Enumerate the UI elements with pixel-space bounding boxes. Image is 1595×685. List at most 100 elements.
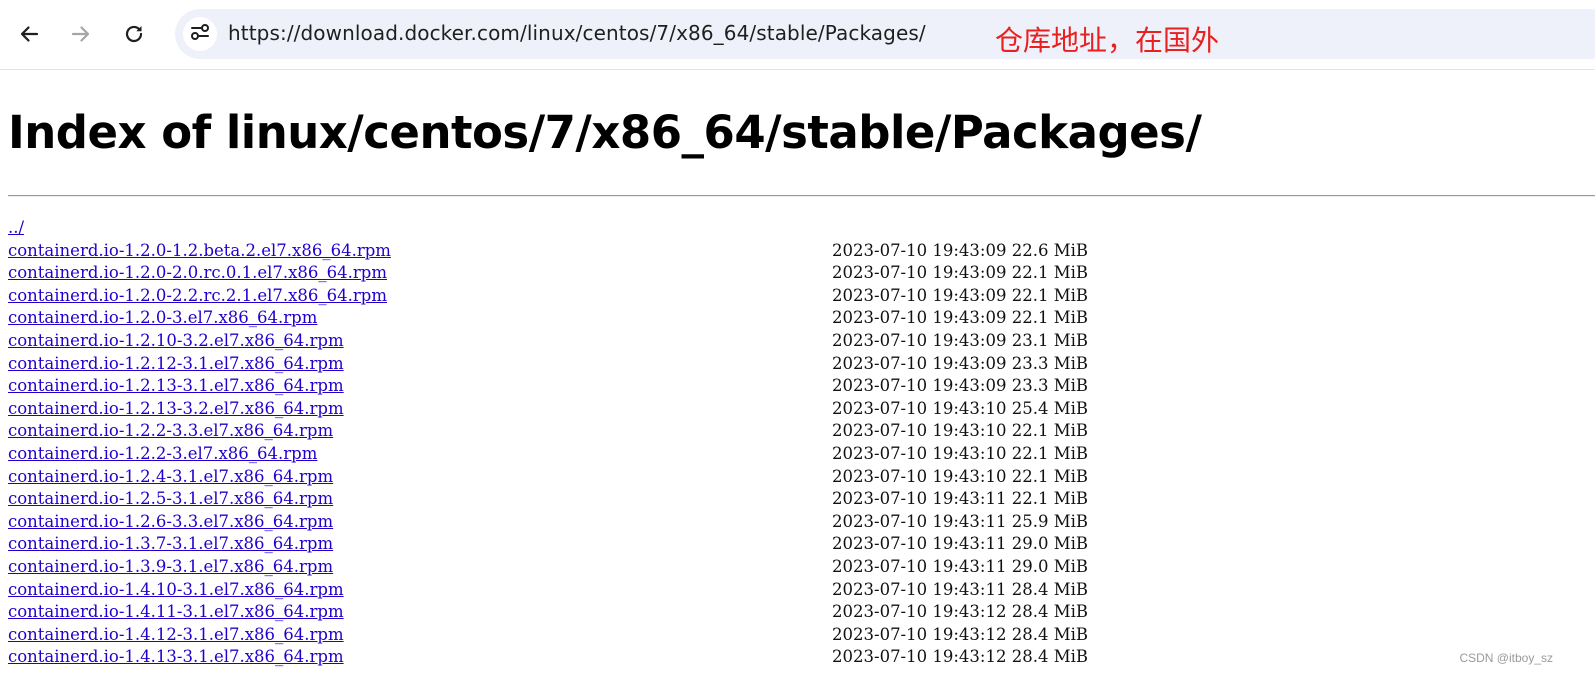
file-size: 28.4 MiB: [1011, 602, 1089, 622]
site-info-button[interactable]: [183, 17, 217, 51]
file-meta: 2023-07-10 19:43:12 28.4 MiB: [832, 624, 1088, 647]
reload-button[interactable]: [114, 14, 154, 54]
file-row: containerd.io-1.2.2-3.el7.x86_64.rpm 2023…: [8, 443, 1595, 466]
file-link[interactable]: containerd.io-1.2.13-3.2.el7.x86_64.rpm: [8, 399, 344, 418]
file-date: 2023-07-10 19:43:09: [832, 285, 1007, 305]
file-row: containerd.io-1.3.9-3.1.el7.x86_64.rpm 20…: [8, 556, 1595, 579]
arrow-left-icon: [18, 23, 40, 45]
address-bar[interactable]: https://download.docker.com/linux/centos…: [175, 9, 1595, 59]
file-size: 23.1 MiB: [1011, 330, 1089, 350]
file-link[interactable]: containerd.io-1.2.0-2.0.rc.0.1.el7.x86_6…: [8, 263, 387, 282]
file-row: containerd.io-1.2.0-3.el7.x86_64.rpm 2023…: [8, 307, 1595, 330]
file-meta: 2023-07-10 19:43:11 22.1 MiB: [832, 488, 1088, 511]
file-row: containerd.io-1.4.11-3.1.el7.x86_64.rpm 2…: [8, 601, 1595, 624]
file-listing: ../ containerd.io-1.2.0-1.2.beta.2.el7.x…: [8, 217, 1595, 669]
file-date: 2023-07-10 19:43:09: [832, 376, 1007, 396]
file-meta: 2023-07-10 19:43:09 22.1 MiB: [832, 307, 1088, 330]
file-row: containerd.io-1.2.0-1.2.beta.2.el7.x86_6…: [8, 240, 1595, 263]
watermark: CSDN @itboy_sz: [1459, 651, 1553, 665]
file-date: 2023-07-10 19:43:12: [832, 624, 1007, 644]
file-date: 2023-07-10 19:43:09: [832, 263, 1007, 283]
file-link[interactable]: containerd.io-1.3.7-3.1.el7.x86_64.rpm: [8, 534, 333, 553]
file-date: 2023-07-10 19:43:10: [832, 466, 1007, 486]
file-link[interactable]: containerd.io-1.2.0-1.2.beta.2.el7.x86_6…: [8, 241, 391, 260]
file-link[interactable]: containerd.io-1.4.10-3.1.el7.x86_64.rpm: [8, 580, 344, 599]
file-link[interactable]: containerd.io-1.2.0-3.el7.x86_64.rpm: [8, 308, 317, 327]
file-row: containerd.io-1.4.10-3.1.el7.x86_64.rpm 2…: [8, 579, 1595, 602]
file-date: 2023-07-10 19:43:10: [832, 421, 1007, 441]
file-row: containerd.io-1.3.7-3.1.el7.x86_64.rpm 20…: [8, 533, 1595, 556]
parent-directory-row: ../: [8, 217, 1595, 240]
reload-icon: [123, 23, 145, 45]
file-date: 2023-07-10 19:43:11: [832, 556, 1007, 576]
file-size: 22.1 MiB: [1011, 285, 1089, 305]
file-link[interactable]: containerd.io-1.2.6-3.3.el7.x86_64.rpm: [8, 512, 333, 531]
file-link[interactable]: containerd.io-1.4.11-3.1.el7.x86_64.rpm: [8, 602, 344, 621]
file-link[interactable]: containerd.io-1.2.2-3.el7.x86_64.rpm: [8, 444, 317, 463]
file-date: 2023-07-10 19:43:11: [832, 579, 1007, 599]
red-annotation-text: 仓库地址，在国外: [995, 24, 1220, 57]
file-meta: 2023-07-10 19:43:12 28.4 MiB: [832, 601, 1088, 624]
file-meta: 2023-07-10 19:43:11 29.0 MiB: [832, 533, 1088, 556]
file-size: 28.4 MiB: [1011, 647, 1089, 667]
back-button[interactable]: [9, 14, 49, 54]
file-link[interactable]: containerd.io-1.2.4-3.1.el7.x86_64.rpm: [8, 467, 333, 486]
file-link[interactable]: containerd.io-1.2.12-3.1.el7.x86_64.rpm: [8, 354, 344, 373]
file-link[interactable]: containerd.io-1.4.13-3.1.el7.x86_64.rpm: [8, 647, 344, 666]
url-text[interactable]: https://download.docker.com/linux/centos…: [228, 21, 926, 45]
file-meta: 2023-07-10 19:43:09 22.1 MiB: [832, 262, 1088, 285]
file-date: 2023-07-10 19:43:09: [832, 353, 1007, 373]
file-size: 22.1 MiB: [1011, 263, 1089, 283]
file-meta: 2023-07-10 19:43:10 22.1 MiB: [832, 443, 1088, 466]
file-size: 22.6 MiB: [1011, 240, 1089, 260]
file-link[interactable]: containerd.io-1.2.0-2.2.rc.2.1.el7.x86_6…: [8, 286, 387, 305]
tune-icon: [189, 21, 211, 47]
file-link[interactable]: containerd.io-1.4.12-3.1.el7.x86_64.rpm: [8, 625, 344, 644]
file-date: 2023-07-10 19:43:10: [832, 443, 1007, 463]
file-link[interactable]: containerd.io-1.2.2-3.3.el7.x86_64.rpm: [8, 421, 333, 440]
file-meta: 2023-07-10 19:43:09 23.3 MiB: [832, 375, 1088, 398]
forward-button[interactable]: [61, 14, 101, 54]
file-meta: 2023-07-10 19:43:09 22.1 MiB: [832, 285, 1088, 308]
file-link[interactable]: containerd.io-1.2.10-3.2.el7.x86_64.rpm: [8, 331, 344, 350]
file-row: containerd.io-1.2.12-3.1.el7.x86_64.rpm 2…: [8, 353, 1595, 376]
file-date: 2023-07-10 19:43:09: [832, 308, 1007, 328]
file-size: 25.9 MiB: [1011, 511, 1089, 531]
file-link[interactable]: containerd.io-1.2.13-3.1.el7.x86_64.rpm: [8, 376, 344, 395]
file-row: containerd.io-1.2.13-3.1.el7.x86_64.rpm 2…: [8, 375, 1595, 398]
file-date: 2023-07-10 19:43:09: [832, 240, 1007, 260]
file-row: containerd.io-1.2.13-3.2.el7.x86_64.rpm 2…: [8, 398, 1595, 421]
file-size: 22.1 MiB: [1011, 489, 1089, 509]
file-meta: 2023-07-10 19:43:10 25.4 MiB: [832, 398, 1088, 421]
file-row: containerd.io-1.2.0-2.0.rc.0.1.el7.x86_6…: [8, 262, 1595, 285]
file-link[interactable]: containerd.io-1.2.5-3.1.el7.x86_64.rpm: [8, 489, 333, 508]
file-meta: 2023-07-10 19:43:09 22.6 MiB: [832, 240, 1088, 263]
file-date: 2023-07-10 19:43:11: [832, 489, 1007, 509]
file-row: containerd.io-1.2.4-3.1.el7.x86_64.rpm 20…: [8, 466, 1595, 489]
file-link[interactable]: containerd.io-1.3.9-3.1.el7.x86_64.rpm: [8, 557, 333, 576]
parent-directory-link[interactable]: ../: [8, 218, 24, 237]
horizontal-divider: [8, 195, 1595, 197]
file-date: 2023-07-10 19:43:12: [832, 647, 1007, 667]
arrow-right-icon: [70, 23, 92, 45]
file-meta: 2023-07-10 19:43:10 22.1 MiB: [832, 466, 1088, 489]
file-date: 2023-07-10 19:43:09: [832, 330, 1007, 350]
file-row: containerd.io-1.2.6-3.3.el7.x86_64.rpm 20…: [8, 511, 1595, 534]
file-size: 29.0 MiB: [1011, 556, 1089, 576]
file-meta: 2023-07-10 19:43:09 23.1 MiB: [832, 330, 1088, 353]
file-size: 28.4 MiB: [1011, 624, 1089, 644]
page-title: Index of linux/centos/7/x86_64/stable/Pa…: [8, 106, 1202, 159]
file-date: 2023-07-10 19:43:12: [832, 602, 1007, 622]
file-meta: 2023-07-10 19:43:11 25.9 MiB: [832, 511, 1088, 534]
file-size: 29.0 MiB: [1011, 534, 1089, 554]
file-row: containerd.io-1.4.12-3.1.el7.x86_64.rpm 2…: [8, 624, 1595, 647]
file-size: 23.3 MiB: [1011, 376, 1089, 396]
file-row: containerd.io-1.2.5-3.1.el7.x86_64.rpm 20…: [8, 488, 1595, 511]
file-size: 25.4 MiB: [1011, 398, 1089, 418]
file-meta: 2023-07-10 19:43:11 28.4 MiB: [832, 579, 1088, 602]
file-meta: 2023-07-10 19:43:09 23.3 MiB: [832, 353, 1088, 376]
file-size: 22.1 MiB: [1011, 421, 1089, 441]
file-meta: 2023-07-10 19:43:11 29.0 MiB: [832, 556, 1088, 579]
file-row: containerd.io-1.2.0-2.2.rc.2.1.el7.x86_6…: [8, 285, 1595, 308]
file-row: containerd.io-1.2.2-3.3.el7.x86_64.rpm 20…: [8, 420, 1595, 443]
